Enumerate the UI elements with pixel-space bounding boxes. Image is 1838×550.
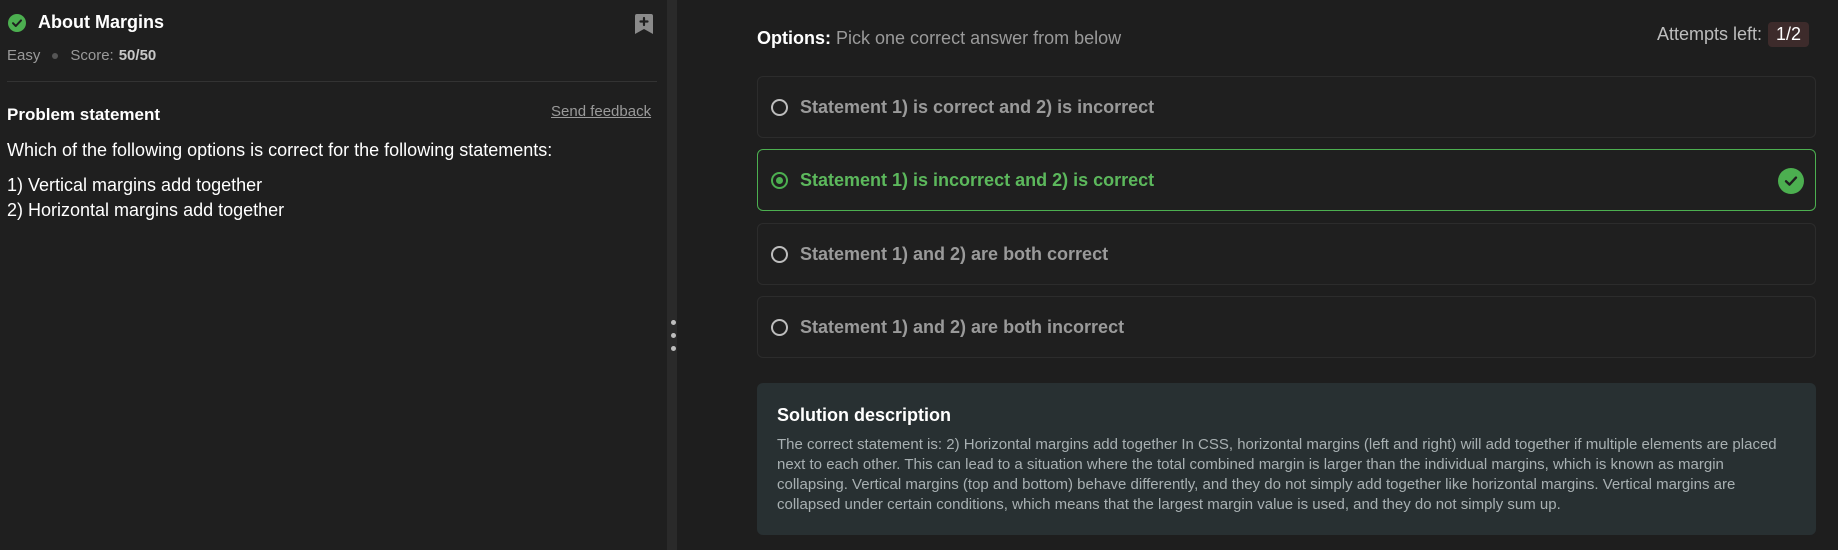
check-circle-icon bbox=[8, 13, 26, 32]
difficulty-label: Easy bbox=[7, 47, 41, 64]
score-label: Score: bbox=[70, 47, 114, 64]
option-4[interactable]: Statement 1) and 2) are both incorrect bbox=[757, 296, 1816, 358]
option-3[interactable]: Statement 1) and 2) are both correct bbox=[757, 223, 1816, 285]
options-label: Options: bbox=[757, 28, 831, 48]
solution-text: The correct statement is: 2) Horizontal … bbox=[777, 436, 1777, 513]
panel-splitter[interactable] bbox=[667, 0, 677, 550]
problem-title: About Margins bbox=[38, 12, 164, 32]
attempts-label: Attempts left: bbox=[1657, 24, 1763, 44]
problem-statement-heading: Problem statement bbox=[7, 105, 161, 124]
option-1[interactable]: Statement 1) is correct and 2) is incorr… bbox=[757, 76, 1816, 138]
send-feedback-link[interactable]: Send feedback bbox=[551, 103, 651, 120]
score-value: 50/50 bbox=[118, 47, 157, 64]
problem-panel: About Margins Easy Score: 50/50 Problem … bbox=[0, 0, 667, 550]
options-panel: Options: Pick one correct answer from be… bbox=[677, 0, 1838, 550]
attempts-badge: 1/2 bbox=[1768, 22, 1810, 47]
option-label: Statement 1) and 2) are both incorrect bbox=[800, 316, 1125, 337]
radio-icon[interactable] bbox=[771, 245, 788, 263]
statement-1: 1) Vertical margins add together bbox=[7, 175, 263, 195]
radio-icon[interactable] bbox=[771, 171, 788, 189]
options-header: Options: Pick one correct answer from be… bbox=[757, 28, 1121, 49]
radio-icon[interactable] bbox=[771, 318, 788, 336]
options-hint: Pick one correct answer from below bbox=[836, 28, 1122, 48]
title-row: About Margins bbox=[8, 12, 164, 33]
option-label: Statement 1) is incorrect and 2) is corr… bbox=[800, 169, 1155, 190]
option-label: Statement 1) and 2) are both correct bbox=[800, 243, 1109, 264]
solution-box: Solution description The correct stateme… bbox=[757, 383, 1816, 535]
statement-2: 2) Horizontal margins add together bbox=[7, 200, 285, 220]
drag-handle-icon[interactable] bbox=[671, 320, 676, 351]
attempts-indicator: Attempts left: 1/2 bbox=[1657, 22, 1810, 47]
solution-title: Solution description bbox=[777, 405, 951, 425]
divider bbox=[7, 81, 657, 82]
radio-icon[interactable] bbox=[771, 98, 788, 116]
option-label: Statement 1) is correct and 2) is incorr… bbox=[800, 96, 1155, 117]
check-circle-icon bbox=[1778, 168, 1804, 194]
separator-dot bbox=[52, 52, 59, 59]
problem-meta: Easy Score: 50/50 bbox=[7, 47, 156, 64]
option-2[interactable]: Statement 1) is incorrect and 2) is corr… bbox=[757, 149, 1816, 211]
question-text: Which of the following options is correc… bbox=[7, 140, 553, 160]
bookmark-add-icon[interactable] bbox=[634, 13, 654, 35]
